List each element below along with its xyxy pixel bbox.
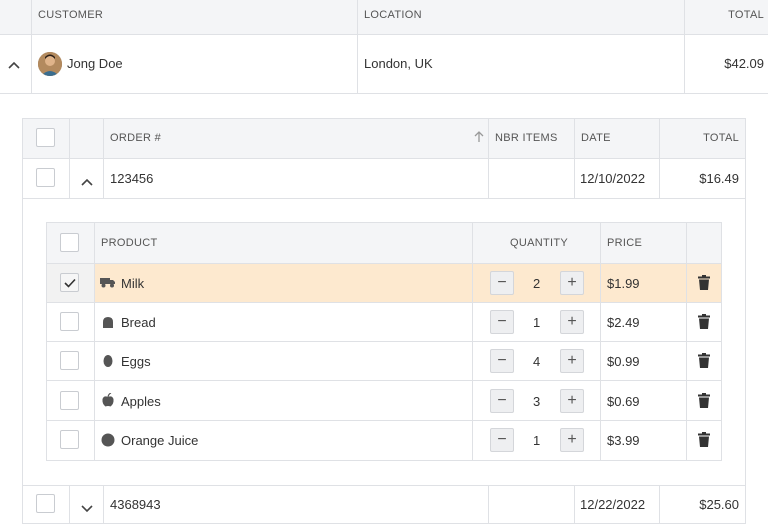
trash-icon[interactable] bbox=[698, 275, 710, 293]
order-number-column-header[interactable]: ORDER # bbox=[110, 132, 161, 144]
quantity-value: 3 bbox=[533, 394, 541, 409]
order-row-checkbox[interactable] bbox=[36, 168, 55, 187]
product-row-checkbox[interactable] bbox=[60, 430, 79, 449]
egg-icon bbox=[103, 354, 113, 370]
product-column-header[interactable]: PRODUCT bbox=[101, 237, 158, 249]
quantity-value: 1 bbox=[533, 433, 541, 448]
chevron-up-icon[interactable] bbox=[81, 174, 93, 189]
trash-icon[interactable] bbox=[698, 393, 710, 411]
location-column-header[interactable]: LOCATION bbox=[364, 9, 422, 21]
quantity-value: 4 bbox=[533, 354, 541, 369]
trash-icon[interactable] bbox=[698, 432, 710, 450]
product-row[interactable]: Apples − 3 + $0.69 bbox=[47, 381, 721, 420]
product-row[interactable]: Orange Juice − 1 + $3.99 bbox=[47, 421, 721, 460]
apple-icon bbox=[102, 392, 114, 410]
order-number: 4368943 bbox=[110, 497, 161, 512]
order-total: $25.60 bbox=[699, 497, 739, 512]
bread-icon bbox=[102, 316, 114, 331]
quantity-decrease-button[interactable]: − bbox=[490, 271, 514, 295]
sort-ascending-icon[interactable] bbox=[474, 131, 484, 146]
truck-icon bbox=[100, 276, 116, 291]
quantity-increase-button[interactable]: + bbox=[560, 389, 584, 413]
product-price: $1.99 bbox=[607, 276, 640, 291]
trash-icon[interactable] bbox=[698, 314, 710, 332]
chevron-down-icon[interactable] bbox=[81, 501, 93, 516]
product-row-checkbox[interactable] bbox=[60, 273, 79, 292]
customer-row[interactable]: Jong Doe London, UK $42.09 bbox=[0, 35, 768, 93]
order-row[interactable]: 123456 12/10/2022 $16.49 bbox=[23, 159, 745, 198]
circle-icon bbox=[101, 433, 115, 450]
order-number: 123456 bbox=[110, 171, 154, 186]
quantity-value: 1 bbox=[533, 315, 541, 330]
customer-total: $42.09 bbox=[724, 56, 764, 71]
quantity-decrease-button[interactable]: − bbox=[490, 349, 514, 373]
product-name: Milk bbox=[121, 276, 145, 291]
price-column-header[interactable]: PRICE bbox=[607, 237, 642, 249]
order-row[interactable]: 4368943 12/22/2022 $25.60 bbox=[23, 486, 745, 524]
quantity-column-header[interactable]: QUANTITY bbox=[510, 237, 568, 249]
product-row-checkbox[interactable] bbox=[60, 312, 79, 331]
customer-location: London, UK bbox=[364, 56, 433, 71]
product-row-checkbox[interactable] bbox=[60, 391, 79, 410]
order-date: 12/10/2022 bbox=[580, 171, 646, 186]
quantity-increase-button[interactable]: + bbox=[560, 271, 584, 295]
product-row[interactable]: Bread − 1 + $2.49 bbox=[47, 303, 721, 341]
product-row[interactable]: Milk − 2 + $1.99 bbox=[47, 264, 721, 302]
product-name: Orange Juice bbox=[121, 433, 199, 448]
product-price: $0.69 bbox=[607, 394, 640, 409]
chevron-up-icon[interactable] bbox=[8, 57, 20, 72]
product-row-checkbox[interactable] bbox=[60, 351, 79, 370]
product-price: $0.99 bbox=[607, 354, 640, 369]
quantity-decrease-button[interactable]: − bbox=[490, 310, 514, 334]
nbr-items-column-header[interactable]: NBR ITEMS bbox=[495, 132, 558, 144]
product-name: Apples bbox=[121, 394, 161, 409]
quantity-value: 2 bbox=[533, 276, 541, 291]
trash-icon[interactable] bbox=[698, 353, 710, 371]
quantity-increase-button[interactable]: + bbox=[560, 349, 584, 373]
order-total: $16.49 bbox=[699, 171, 739, 186]
product-name: Bread bbox=[121, 315, 156, 330]
order-row-checkbox[interactable] bbox=[36, 494, 55, 513]
quantity-increase-button[interactable]: + bbox=[560, 428, 584, 452]
product-price: $3.99 bbox=[607, 433, 640, 448]
total-column-header[interactable]: TOTAL bbox=[728, 9, 764, 21]
products-select-all-checkbox[interactable] bbox=[60, 233, 79, 252]
date-column-header[interactable]: DATE bbox=[581, 132, 611, 144]
quantity-decrease-button[interactable]: − bbox=[490, 428, 514, 452]
customer-name: Jong Doe bbox=[67, 56, 123, 71]
quantity-decrease-button[interactable]: − bbox=[490, 389, 514, 413]
quantity-increase-button[interactable]: + bbox=[560, 310, 584, 334]
customer-column-header[interactable]: CUSTOMER bbox=[38, 9, 103, 21]
product-price: $2.49 bbox=[607, 315, 640, 330]
orders-select-all-checkbox[interactable] bbox=[36, 128, 55, 147]
product-row[interactable]: Eggs − 4 + $0.99 bbox=[47, 342, 721, 380]
order-date: 12/22/2022 bbox=[580, 497, 646, 512]
order-total-column-header[interactable]: TOTAL bbox=[703, 132, 739, 144]
product-name: Eggs bbox=[121, 354, 151, 369]
avatar bbox=[38, 52, 62, 76]
